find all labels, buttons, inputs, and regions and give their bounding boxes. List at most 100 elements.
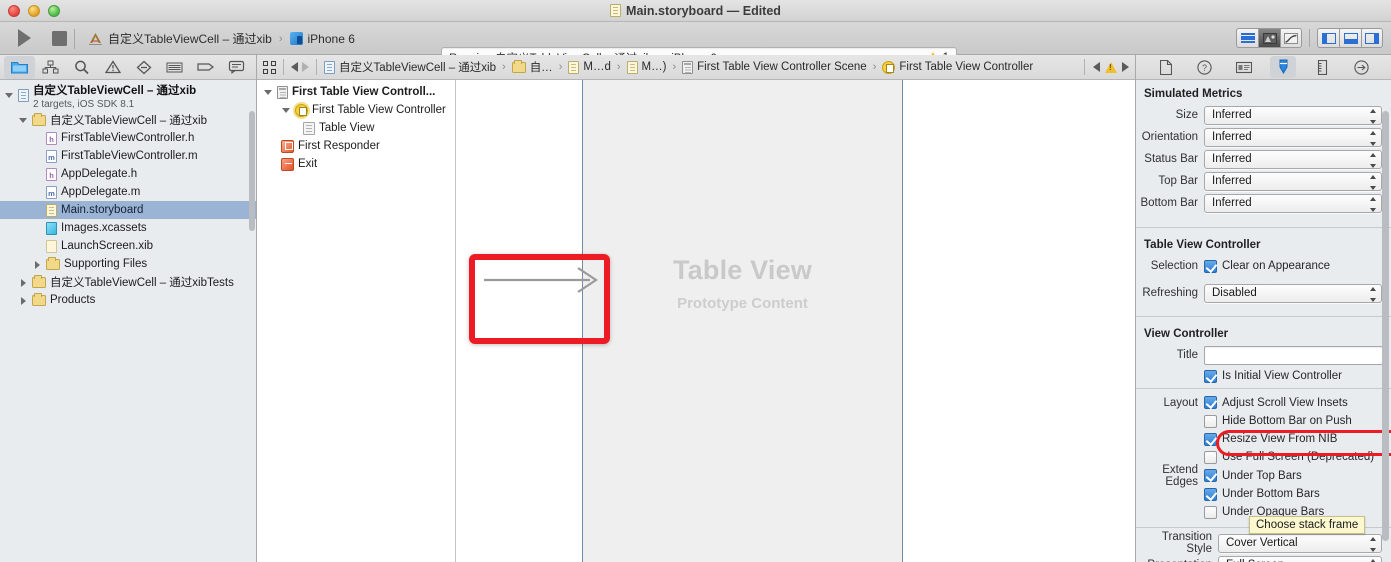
tree-row-file[interactable]: m AppDelegate.m xyxy=(0,183,256,201)
disclosure-triangle-icon[interactable] xyxy=(32,259,42,269)
breakpoint-navigator-tab[interactable] xyxy=(190,56,221,79)
stepper-icon xyxy=(1369,286,1376,302)
breadcrumb-storyboard-2[interactable]: M…) xyxy=(626,60,667,74)
destination-name[interactable]: iPhone 6 xyxy=(308,32,355,46)
outline-row-first-responder[interactable]: First Responder xyxy=(257,137,455,155)
run-button[interactable] xyxy=(18,29,31,47)
minimize-button[interactable] xyxy=(28,4,40,17)
clear-on-appearance-checkbox[interactable] xyxy=(1204,259,1217,273)
tree-row-products[interactable]: Products xyxy=(0,291,256,309)
disclosure-triangle-icon[interactable] xyxy=(18,295,28,305)
tree-row-group[interactable]: 自定义TableViewCell – 通过xib xyxy=(0,111,256,129)
connections-inspector-tab[interactable] xyxy=(1348,56,1374,78)
outline-row-scene[interactable]: First Table View Controll... xyxy=(257,83,455,101)
tree-row-file[interactable]: m FirstTableViewController.m xyxy=(0,147,256,165)
scheme-breadcrumb[interactable]: 自定义TableViewCell – 通过xib › iPhone 6 xyxy=(82,26,361,51)
presentation-popup[interactable]: Full Screen xyxy=(1218,555,1382,562)
main-toolbar: 自定义TableViewCell – 通过xib › iPhone 6 Runn… xyxy=(0,22,1391,68)
status-bar-popup[interactable]: Inferred xyxy=(1204,149,1382,169)
identity-inspector-tab[interactable] xyxy=(1231,56,1257,78)
under-bottom-bars-checkbox[interactable] xyxy=(1204,487,1217,501)
hide-bottom-bar-on-push-checkbox[interactable] xyxy=(1204,414,1217,428)
field-layout: Layout Adjust Scroll View Insets xyxy=(1136,393,1391,412)
breadcrumb-folder[interactable]: 自… xyxy=(511,59,553,75)
inspector-scrollbar[interactable] xyxy=(1382,111,1389,541)
tree-row-file[interactable]: h FirstTableViewController.h xyxy=(0,129,256,147)
project-navigator-tab[interactable] xyxy=(4,55,35,79)
assistant-editor-button[interactable] xyxy=(1258,28,1280,48)
under-bottom-bars-row[interactable]: Under Bottom Bars xyxy=(1204,485,1320,503)
under-opaque-bars-checkbox[interactable] xyxy=(1204,505,1217,519)
warning-icon[interactable] xyxy=(1105,61,1117,73)
outline-row-view-controller[interactable]: First Table View Controller xyxy=(257,101,455,119)
under-top-bars-row[interactable]: Under Top Bars xyxy=(1204,467,1302,485)
breadcrumb-project[interactable]: 自定义TableViewCell – 通过xib xyxy=(324,59,496,75)
title-input[interactable] xyxy=(1204,345,1383,365)
is-initial-view-controller-checkbox[interactable] xyxy=(1204,369,1217,383)
forward-arrow-icon[interactable] xyxy=(302,62,309,72)
disclosure-triangle-icon[interactable] xyxy=(18,115,28,125)
storyboard-canvas[interactable]: Table View Prototype Content xyxy=(456,80,1135,562)
related-items-icon[interactable] xyxy=(263,60,276,74)
adjust-scroll-view-insets-checkbox[interactable] xyxy=(1204,396,1217,409)
tree-row-file[interactable]: LaunchScreen.xib xyxy=(0,237,256,255)
debug-navigator-tab[interactable] xyxy=(159,56,190,79)
toggle-utilities-button[interactable] xyxy=(1361,28,1383,48)
find-navigator-tab[interactable] xyxy=(66,56,97,79)
adjust-scroll-view-insets-row[interactable]: Adjust Scroll View Insets xyxy=(1204,394,1348,412)
project-root-row[interactable]: 自定义TableViewCell – 通过xib 2 targets, iOS … xyxy=(0,84,256,111)
disclosure-triangle-icon[interactable] xyxy=(263,87,273,97)
view-controller-frame[interactable] xyxy=(582,80,903,562)
previous-issue-icon[interactable] xyxy=(1093,62,1100,72)
navigator-scrollbar[interactable] xyxy=(249,111,255,231)
resize-view-from-nib-checkbox[interactable] xyxy=(1204,432,1217,446)
tree-row-main-storyboard[interactable]: Main.storyboard xyxy=(0,201,256,219)
symbol-navigator-tab[interactable] xyxy=(35,56,66,79)
disclosure-triangle-icon[interactable] xyxy=(4,90,14,100)
breadcrumb-storyboard[interactable]: M…d xyxy=(568,60,611,74)
bottom-bar-popup[interactable]: Inferred xyxy=(1204,193,1382,213)
hide-bottom-bar-on-push-row[interactable]: Hide Bottom Bar on Push xyxy=(1204,412,1352,430)
report-navigator-tab[interactable] xyxy=(221,56,252,79)
transition-style-popup[interactable]: Cover Vertical xyxy=(1218,533,1382,553)
breadcrumb-scene[interactable]: First Table View Controller Scene xyxy=(682,60,867,74)
use-full-screen-checkbox[interactable] xyxy=(1204,450,1217,464)
stop-button[interactable] xyxy=(52,31,67,46)
top-bar-popup[interactable]: Inferred xyxy=(1204,171,1382,191)
is-initial-view-controller-row[interactable]: Is Initial View Controller xyxy=(1204,367,1342,385)
use-full-screen-row[interactable]: Use Full Screen (Deprecated) xyxy=(1204,448,1374,466)
outline-row-table-view[interactable]: Table View xyxy=(257,119,455,137)
toggle-navigator-button[interactable] xyxy=(1317,28,1339,48)
standard-editor-button[interactable] xyxy=(1236,28,1258,48)
version-editor-button[interactable] xyxy=(1280,28,1302,48)
tree-row-file[interactable]: Images.xcassets xyxy=(0,219,256,237)
tree-row-group[interactable]: 自定义TableViewCell – 通过xibTests xyxy=(0,273,256,291)
file-inspector-tab[interactable] xyxy=(1153,56,1179,78)
size-inspector-tab[interactable] xyxy=(1309,56,1335,78)
resize-view-from-nib-row[interactable]: Resize View From NIB xyxy=(1204,430,1337,448)
breadcrumb-label: M…) xyxy=(641,61,667,73)
orientation-popup[interactable]: Inferred xyxy=(1204,127,1382,147)
chevron-right-icon: › xyxy=(278,32,283,45)
next-issue-icon[interactable] xyxy=(1122,62,1129,72)
under-top-bars-checkbox[interactable] xyxy=(1204,469,1217,482)
refreshing-popup[interactable]: Disabled xyxy=(1204,283,1382,303)
clear-on-appearance-row[interactable]: Clear on Appearance xyxy=(1204,257,1330,275)
close-button[interactable] xyxy=(8,4,20,17)
issue-navigator-tab[interactable] xyxy=(97,56,128,79)
toggle-debug-area-button[interactable] xyxy=(1339,28,1361,48)
back-arrow-icon[interactable] xyxy=(291,62,298,72)
test-navigator-tab[interactable] xyxy=(128,56,159,79)
disclosure-triangle-icon[interactable] xyxy=(18,277,28,287)
scheme-name[interactable]: 自定义TableViewCell – 通过xib xyxy=(108,30,272,47)
outline-row-exit[interactable]: Exit xyxy=(257,155,455,173)
size-popup[interactable]: Inferred xyxy=(1204,105,1382,125)
tree-row-group[interactable]: Supporting Files xyxy=(0,255,256,273)
breadcrumb-view-controller[interactable]: First Table View Controller xyxy=(882,60,1033,74)
field-refreshing: Refreshing Disabled xyxy=(1136,282,1391,304)
disclosure-triangle-icon[interactable] xyxy=(281,105,291,115)
tree-row-file[interactable]: h AppDelegate.h xyxy=(0,165,256,183)
attributes-inspector-tab[interactable] xyxy=(1270,56,1297,78)
maximize-button[interactable] xyxy=(48,4,60,17)
quick-help-tab[interactable]: ? xyxy=(1192,56,1218,78)
